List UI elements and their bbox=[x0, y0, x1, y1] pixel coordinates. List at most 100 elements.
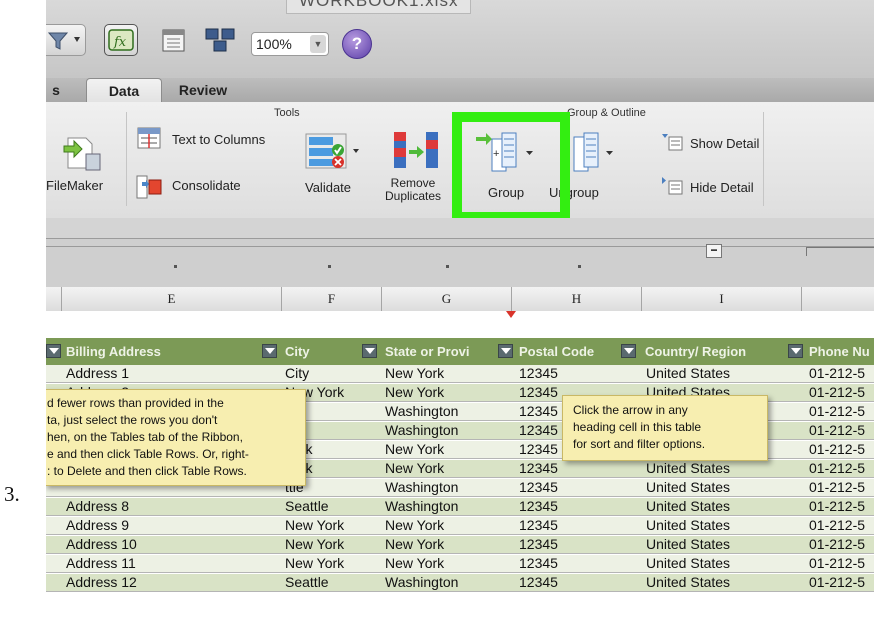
cell-country[interactable]: United States bbox=[646, 536, 796, 554]
cell-state[interactable]: New York bbox=[385, 365, 510, 383]
cell-country[interactable]: United States bbox=[646, 517, 796, 535]
cell-state[interactable]: New York bbox=[385, 517, 510, 535]
filter-button[interactable] bbox=[46, 24, 86, 56]
cell-state[interactable]: New York bbox=[385, 536, 510, 554]
cell-postal-code[interactable]: 12345 bbox=[519, 479, 639, 497]
column-header-f[interactable]: F bbox=[282, 287, 382, 311]
filter-dropdown-icon[interactable] bbox=[46, 344, 61, 358]
table-row[interactable]: Address 11 New York New York 12345 United St… bbox=[46, 555, 874, 573]
cell-country[interactable]: United States bbox=[646, 555, 796, 573]
filter-dropdown-icon[interactable] bbox=[362, 344, 377, 358]
zoom-select[interactable]: 100% ▼ bbox=[251, 32, 329, 56]
column-header-blank[interactable] bbox=[46, 287, 62, 311]
ungroup-icon[interactable] bbox=[568, 129, 618, 177]
cell-billing-address[interactable]: Address 11 bbox=[66, 555, 256, 573]
cell-phone[interactable]: 01-212-5 bbox=[809, 555, 874, 573]
hide-detail-label[interactable]: Hide Detail bbox=[690, 180, 754, 195]
cell-country[interactable]: United States bbox=[646, 460, 796, 478]
cell-country[interactable]: United States bbox=[646, 498, 796, 516]
filter-dropdown-icon[interactable] bbox=[788, 344, 803, 358]
cell-country[interactable]: United States bbox=[646, 574, 796, 592]
filter-dropdown-icon[interactable] bbox=[621, 344, 636, 358]
minus-icon: − bbox=[710, 243, 718, 257]
filemaker-icon[interactable] bbox=[62, 136, 104, 172]
cell-phone[interactable]: 01-212-5 bbox=[809, 574, 874, 592]
table-row[interactable]: Address 1 City New York 12345 United States 0… bbox=[46, 365, 874, 383]
table-row[interactable]: Address 10 New York New York 12345 United St… bbox=[46, 536, 874, 554]
network-icon[interactable] bbox=[203, 26, 237, 54]
cell-state[interactable]: New York bbox=[385, 384, 510, 402]
text-to-columns-icon[interactable] bbox=[136, 126, 162, 150]
cell-billing-address[interactable]: Address 1 bbox=[66, 365, 256, 383]
cell-billing-address[interactable]: Address 10 bbox=[66, 536, 256, 554]
cell-country[interactable]: United States bbox=[646, 365, 796, 383]
cell-postal-code[interactable]: 12345 bbox=[519, 460, 639, 478]
blank-row[interactable] bbox=[46, 311, 874, 338]
remove-duplicates-label[interactable]: Remove Duplicates bbox=[376, 177, 450, 203]
cell-phone[interactable]: 01-212-5 bbox=[809, 498, 874, 516]
cell-phone[interactable]: 01-212-5 bbox=[809, 460, 874, 478]
tab-data[interactable]: Data bbox=[86, 78, 162, 102]
filter-dropdown-icon[interactable] bbox=[262, 344, 277, 358]
validate-icon[interactable] bbox=[304, 132, 362, 172]
consolidate-label[interactable]: Consolidate bbox=[172, 178, 241, 193]
cell-phone[interactable]: 01-212-5 bbox=[809, 536, 874, 554]
tab-home[interactable]: s bbox=[46, 78, 66, 102]
cell-phone[interactable]: 01-212-5 bbox=[809, 403, 874, 421]
cell-billing-address[interactable]: Address 8 bbox=[66, 498, 256, 516]
table-row[interactable]: Address 9 New York New York 12345 United Sta… bbox=[46, 517, 874, 535]
tab-review[interactable]: Review bbox=[166, 78, 240, 102]
column-header-e[interactable]: E bbox=[62, 287, 282, 311]
consolidate-icon[interactable] bbox=[136, 174, 162, 200]
text-to-columns-label[interactable]: Text to Columns bbox=[172, 132, 265, 147]
table-row[interactable]: Address 8 Seattle Washington 12345 United St… bbox=[46, 498, 874, 516]
show-detail-label[interactable]: Show Detail bbox=[690, 136, 759, 151]
cell-city[interactable]: New York bbox=[285, 555, 380, 573]
cell-postal-code[interactable]: 12345 bbox=[519, 365, 639, 383]
cell-city[interactable]: Seattle bbox=[285, 498, 380, 516]
cell-phone[interactable]: 01-212-5 bbox=[809, 422, 874, 440]
cell-state[interactable]: New York bbox=[385, 441, 510, 459]
cell-postal-code[interactable]: 12345 bbox=[519, 574, 639, 592]
cell-city[interactable]: New York bbox=[285, 517, 380, 535]
filemaker-label[interactable]: FileMaker bbox=[46, 178, 103, 193]
cell-state[interactable]: Washington bbox=[385, 422, 510, 440]
calendar-icon[interactable] bbox=[161, 26, 187, 54]
cell-state[interactable]: New York bbox=[385, 555, 510, 573]
filter-dropdown-icon[interactable] bbox=[498, 344, 513, 358]
cell-billing-address[interactable]: Address 9 bbox=[66, 517, 256, 535]
ribbon-separator bbox=[763, 112, 764, 206]
column-header-h[interactable]: H bbox=[512, 287, 642, 311]
cell-postal-code[interactable]: 12345 bbox=[519, 536, 639, 554]
hide-detail-icon[interactable] bbox=[660, 176, 684, 196]
help-icon[interactable]: ? bbox=[342, 29, 372, 59]
cell-state[interactable]: Washington bbox=[385, 574, 510, 592]
outline-collapse-button[interactable]: − bbox=[706, 244, 722, 258]
cell-state[interactable]: Washington bbox=[385, 403, 510, 421]
show-detail-icon[interactable] bbox=[660, 132, 684, 152]
validate-label[interactable]: Validate bbox=[305, 180, 351, 195]
formula-bar[interactable] bbox=[46, 218, 874, 239]
cell-city[interactable]: City bbox=[285, 365, 380, 383]
cell-phone[interactable]: 01-212-5 bbox=[809, 365, 874, 383]
column-header-i[interactable]: I bbox=[642, 287, 802, 311]
cell-postal-code[interactable]: 12345 bbox=[519, 517, 639, 535]
table-row[interactable]: Address 12 Seattle Washington 12345 United S… bbox=[46, 574, 874, 592]
cell-phone[interactable]: 01-212-5 bbox=[809, 441, 874, 459]
formula-builder-button[interactable]: fx bbox=[104, 24, 138, 56]
cell-phone[interactable]: 01-212-5 bbox=[809, 517, 874, 535]
cell-country[interactable]: United States bbox=[646, 479, 796, 497]
cell-city[interactable]: New York bbox=[285, 536, 380, 554]
cell-state[interactable]: Washington bbox=[385, 498, 510, 516]
cell-phone[interactable]: 01-212-5 bbox=[809, 384, 874, 402]
cell-phone[interactable]: 01-212-5 bbox=[809, 479, 874, 497]
remove-duplicates-icon[interactable] bbox=[390, 128, 446, 172]
cell-postal-code[interactable]: 12345 bbox=[519, 555, 639, 573]
cell-postal-code[interactable]: 12345 bbox=[519, 498, 639, 516]
column-header-j[interactable] bbox=[802, 287, 874, 311]
cell-billing-address[interactable]: Address 12 bbox=[66, 574, 256, 592]
cell-state[interactable]: Washington bbox=[385, 479, 510, 497]
column-header-g[interactable]: G bbox=[382, 287, 512, 311]
cell-city[interactable]: Seattle bbox=[285, 574, 380, 592]
cell-state[interactable]: New York bbox=[385, 460, 510, 478]
